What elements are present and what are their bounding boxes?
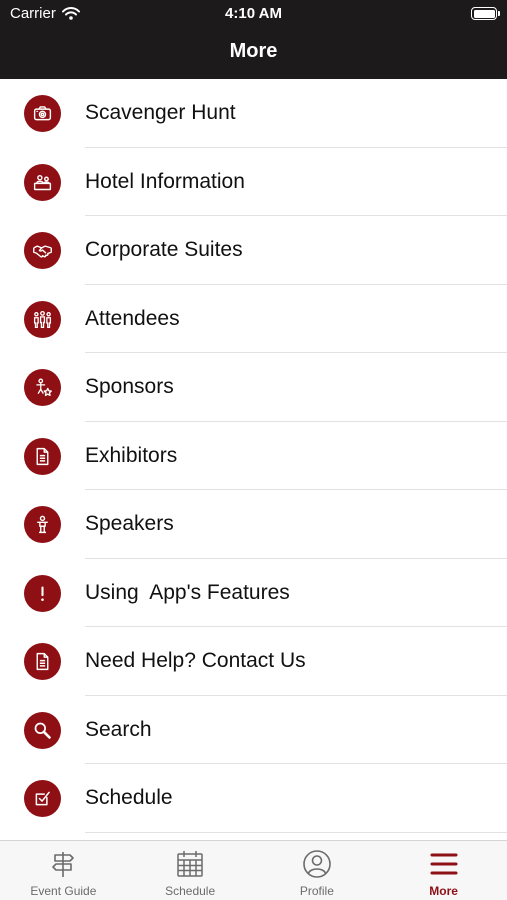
sponsor-icon xyxy=(24,369,61,406)
tab-label: Schedule xyxy=(165,884,216,898)
page-title: More xyxy=(229,40,278,62)
speaker-icon xyxy=(24,506,61,543)
menu-item-label: Schedule xyxy=(85,786,173,810)
tab-profile[interactable]: Profile xyxy=(254,841,381,900)
menu-item-search[interactable]: Search xyxy=(0,696,507,764)
battery-icon xyxy=(471,7,500,20)
tab-label: Event Guide xyxy=(30,884,97,898)
menu-item-exhibitors[interactable]: Exhibitors xyxy=(0,422,507,490)
menu-item-label: Speakers xyxy=(85,512,174,536)
exclamation-icon xyxy=(24,574,61,612)
menu-item-schedule[interactable]: Schedule xyxy=(0,764,507,833)
tab-bar: Event Guide Schedule Profile More xyxy=(0,840,507,900)
menu-item-label: Exhibitors xyxy=(85,443,178,467)
menu-item-speakers[interactable]: Speakers xyxy=(0,490,507,559)
menu-item-label: Hotel Information xyxy=(85,169,245,193)
status-time: 4:10 AM xyxy=(225,5,282,22)
menu-item-label: Search xyxy=(85,717,152,741)
tab-label: Profile xyxy=(299,884,334,898)
menu-item-need-help-contact-us[interactable]: Need Help? Contact Us xyxy=(0,627,507,696)
tab-schedule[interactable]: Schedule xyxy=(127,841,254,900)
handshake-icon xyxy=(24,232,61,269)
menu-item-attendees[interactable]: Attendees xyxy=(0,285,507,353)
tab-label: More xyxy=(429,884,458,898)
tab-more[interactable]: More xyxy=(380,841,507,900)
document-icon xyxy=(24,437,61,475)
front-desk-icon xyxy=(24,163,61,201)
divider xyxy=(85,831,507,833)
profile-icon xyxy=(303,850,331,878)
menu-item-sponsors[interactable]: Sponsors xyxy=(0,353,507,422)
menu-item-label: Attendees xyxy=(85,306,180,330)
document-icon xyxy=(24,643,61,680)
menu-item-corporate-suites[interactable]: Corporate Suites xyxy=(0,216,507,285)
camera-icon xyxy=(24,95,61,132)
checkbox-icon xyxy=(24,780,61,817)
more-menu-list: Scavenger Hunt Hotel Information Corpora… xyxy=(0,79,507,840)
tab-event-guide[interactable]: Event Guide xyxy=(0,841,127,900)
menu-item-hotel-information[interactable]: Hotel Information xyxy=(0,148,507,216)
signpost-icon xyxy=(52,852,75,877)
menu-item-using-app-features[interactable]: Using App's Features xyxy=(0,559,507,627)
menu-item-label: Corporate Suites xyxy=(85,238,243,262)
status-bar: Carrier 4:10 AM xyxy=(0,0,507,30)
people-icon xyxy=(24,300,61,338)
menu-item-label: Sponsors xyxy=(85,375,174,399)
menu-item-label: Using App's Features xyxy=(85,580,290,604)
menu-item-label: Need Help? Contact Us xyxy=(85,649,306,673)
search-icon xyxy=(24,711,61,749)
menu-item-scavenger-hunt[interactable]: Scavenger Hunt xyxy=(0,79,507,148)
menu-item-label: Scavenger Hunt xyxy=(85,101,236,125)
header: Carrier 4:10 AM More xyxy=(0,0,507,79)
calendar-icon xyxy=(177,851,203,877)
hamburger-icon xyxy=(430,853,458,875)
